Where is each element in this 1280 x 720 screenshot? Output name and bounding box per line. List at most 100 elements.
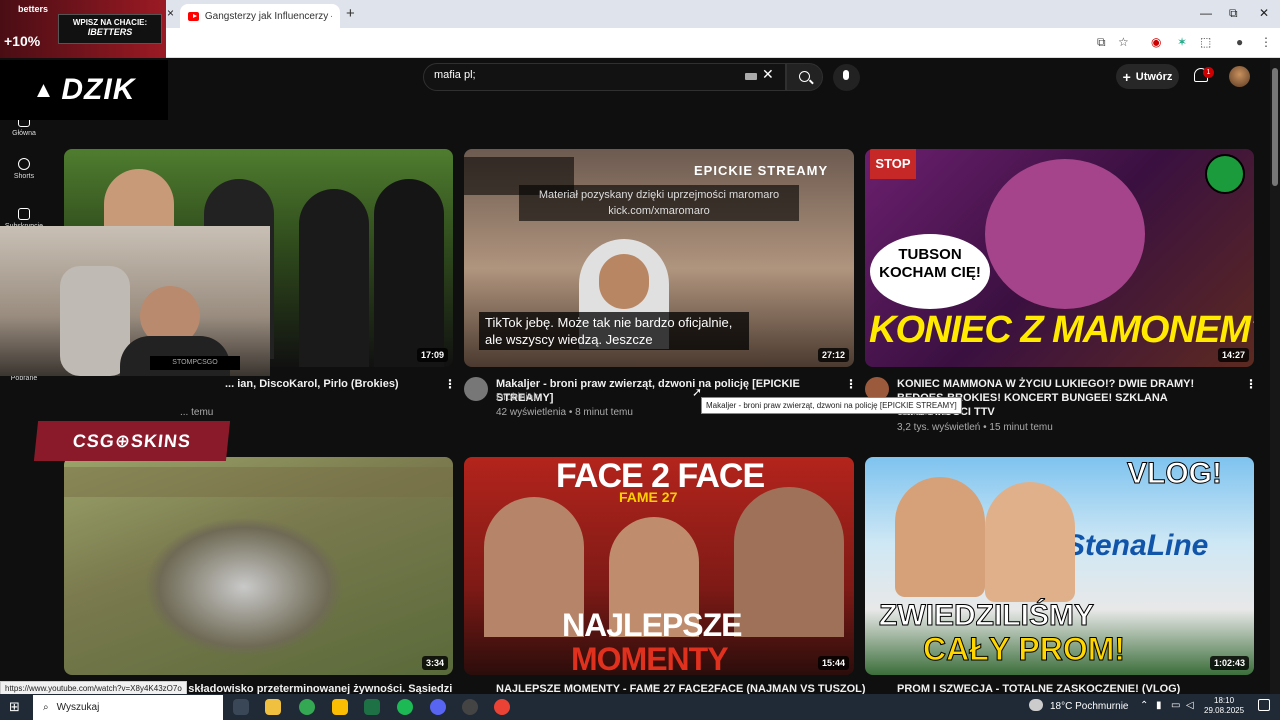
betting-ad-overlay: betters +10% WPISZ NA CHACIE: IBETTERS [0, 0, 166, 58]
minimize-button[interactable]: — [1200, 6, 1212, 20]
extension-icon[interactable]: ✶ [1177, 35, 1187, 49]
video-duration: 14:27 [1217, 348, 1249, 362]
video-thumbnail[interactable]: VLOG! StenaLine ZWIEDZILIŚMY CAŁY PROM! … [865, 457, 1254, 675]
ad-brand: betters [18, 4, 49, 14]
video-duration: 27:12 [817, 348, 849, 362]
extensions-puzzle-icon[interactable]: ⬚ [1200, 35, 1211, 49]
sidebar-item-label: Pobrane [10, 375, 38, 382]
browser-tab[interactable]: Gangsterzy jak Influencerzy – n [180, 4, 340, 28]
notification-count-badge: 1 [1203, 67, 1214, 78]
ad-line-2: IBETTERS [87, 27, 133, 37]
profile-icon[interactable]: ● [1236, 35, 1243, 49]
windows-start-icon[interactable]: ⊞ [9, 699, 20, 715]
thumbnail-headline-bottom: NAJLEPSZE [562, 607, 742, 643]
keyboard-icon[interactable] [745, 73, 757, 80]
discord-icon[interactable] [430, 699, 446, 715]
webcam-tag: STOMPCSGO [150, 356, 240, 370]
search-query[interactable]: mafia pl; [434, 69, 476, 81]
search-icon: ⌕ [43, 702, 49, 713]
person-figure [374, 179, 444, 367]
tab-close-icon[interactable]: × [167, 6, 174, 20]
channel-avatar[interactable] [464, 377, 488, 401]
file-explorer-icon[interactable] [265, 699, 281, 715]
bookmark-star-icon[interactable]: ☆ [1118, 35, 1129, 49]
volume-icon[interactable]: ◁ [1186, 700, 1194, 711]
plus-icon: + [1122, 68, 1131, 85]
new-tab-button[interactable]: + [346, 5, 355, 22]
video-thumbnail[interactable]: FACE 2 FACE FAME 27 NAJLEPSZE MOMENTY 15… [464, 457, 854, 675]
address-bar[interactable] [0, 28, 1280, 58]
microphone-icon [843, 70, 849, 80]
video-duration: 1:02:43 [1209, 656, 1249, 670]
channel-name[interactable]: Drobiniak [496, 391, 538, 405]
more-options-icon[interactable]: ⋮ [444, 377, 456, 391]
person-face [985, 482, 1075, 602]
microphone-tray-icon[interactable]: ▮ [1156, 700, 1162, 711]
thumbnail-headline-bottom: ZWIEDZILIŚMY [879, 599, 1095, 633]
streamer-webcam: STOMPCSGO [0, 226, 270, 376]
sidebar-item-shorts[interactable]: Shorts [0, 158, 48, 180]
tray-chevron-icon[interactable]: ⌃ [1140, 700, 1148, 711]
clock[interactable]: 18:10 29.08.2025 [1204, 696, 1244, 716]
title-tooltip: Makaljer - broni praw zwierząt, dzwoni n… [701, 397, 962, 414]
boar-icon: ▲ [32, 77, 56, 102]
event-label: FAME 27 [619, 489, 678, 505]
extension-opera-icon[interactable]: ◉ [1151, 35, 1161, 49]
video-duration: 3:34 [421, 656, 448, 670]
youtube-favicon-icon [188, 11, 199, 21]
ship-brand: StenaLine [1065, 529, 1209, 562]
video-title[interactable]: ... ian, DiscoKarol, Pirlo (Brokies) [225, 377, 399, 391]
thumbnail-headline: KONIEC Z MAMONEM? [869, 309, 1254, 351]
clock-time: 18:10 [1214, 696, 1235, 705]
maximize-button[interactable]: ⧉ [1229, 6, 1238, 21]
subscriptions-icon [18, 208, 30, 220]
browser-menu-icon[interactable]: ⋮ [1260, 35, 1272, 49]
chrome-icon[interactable] [299, 699, 315, 715]
thumbnail-headline-bottom: CAŁY PROM! [922, 631, 1126, 668]
streamer-face [599, 254, 649, 309]
gaming-chair [60, 266, 130, 376]
weather-cloud-icon [1029, 699, 1043, 711]
tab-title: Gangsterzy jak Influencerzy – n [204, 10, 332, 22]
video-meta: ... temu [180, 407, 214, 418]
field [64, 467, 453, 497]
dzik-logo-text: DZIK [61, 73, 136, 106]
video-meta: 3,2 tys. wyświetleń • 15 minut temu [897, 422, 1053, 433]
more-options-icon[interactable]: ⋮ [845, 377, 857, 391]
taskbar-search-placeholder: Wyszukaj [56, 702, 100, 713]
clear-search-icon[interactable]: ✕ [762, 66, 774, 83]
task-view-icon[interactable] [233, 699, 249, 715]
close-window-button[interactable]: ✕ [1259, 6, 1269, 20]
video-thumbnail[interactable]: 3:34 [64, 457, 453, 675]
create-button[interactable]: + Utwórz [1116, 64, 1179, 89]
video-duration: 17:09 [416, 348, 448, 362]
notification-center-icon[interactable] [1258, 699, 1270, 711]
dzik-logo: ▲ DZIK [0, 60, 168, 120]
person-face [895, 477, 985, 597]
spotify-icon[interactable] [397, 699, 413, 715]
voice-search-button[interactable] [833, 64, 860, 91]
taskbar-search[interactable]: ⌕ Wyszukaj [33, 695, 223, 720]
scrollbar-thumb[interactable] [1272, 68, 1278, 186]
app-icon[interactable] [332, 699, 348, 715]
person-figure [299, 189, 369, 367]
create-label: Utwórz [1135, 70, 1173, 83]
person-face [734, 487, 844, 637]
excel-icon[interactable] [364, 699, 380, 715]
csgoskins-logo: CSG⊕SKINS [33, 421, 231, 461]
video-duration: 15:44 [817, 656, 849, 670]
ad-bonus: +10% [4, 33, 41, 49]
more-options-icon[interactable]: ⋮ [1245, 377, 1257, 391]
network-icon[interactable]: ▭ [1171, 700, 1180, 711]
search-icon [799, 71, 810, 82]
shorts-icon [18, 158, 30, 170]
video-thumbnail[interactable]: STOP TUBSON KOCHAM CIĘ! KONIEC Z MAMONEM… [865, 149, 1254, 367]
obs-icon[interactable] [462, 699, 478, 715]
search-input[interactable] [423, 63, 786, 91]
install-icon[interactable]: ⧉ [1097, 35, 1106, 50]
account-avatar[interactable] [1229, 66, 1250, 87]
search-button[interactable] [786, 63, 823, 91]
weather-text[interactable]: 18°C Pochmurnie [1050, 701, 1128, 712]
speech-bubble: TUBSON KOCHAM CIĘ! [870, 234, 990, 309]
chrome-active-icon[interactable] [494, 699, 510, 715]
